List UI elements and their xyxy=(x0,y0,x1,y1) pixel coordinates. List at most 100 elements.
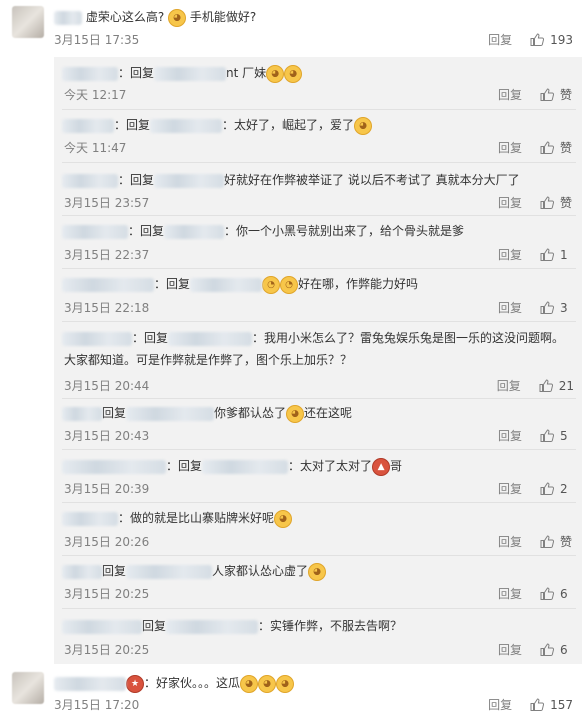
reply-button[interactable]: 回复 xyxy=(498,480,522,497)
username-blurred[interactable] xyxy=(62,277,154,292)
timestamp: 3月15日 17:35 xyxy=(54,33,140,47)
reply-actions: 回复 3 xyxy=(498,299,574,316)
username-blurred[interactable] xyxy=(62,331,132,346)
like-button[interactable]: 6 xyxy=(540,643,574,657)
reply-button[interactable]: 回复 xyxy=(498,246,522,263)
timestamp: 3月15日 20:26 xyxy=(64,535,150,549)
reply-button[interactable]: 回复 xyxy=(498,641,522,658)
like-button[interactable]: 6 xyxy=(540,587,574,601)
username-blurred[interactable] xyxy=(154,66,227,81)
like-button[interactable]: 193 xyxy=(530,33,573,47)
avatar[interactable] xyxy=(12,672,44,704)
timestamp: 3月15日 23:57 xyxy=(64,196,150,210)
timestamp: 3月15日 20:25 xyxy=(64,643,150,657)
emoji-face-icon: ◕ xyxy=(168,8,187,27)
reply-text-line: ：回复 ：你一个小黑号就别出来了，给个骨头就是爹 xyxy=(62,222,464,239)
like-button[interactable]: 21 xyxy=(539,379,574,393)
reply-item: ：回复 nt 厂妹 ◕ ◕ 今天 12:17 回复 赞 xyxy=(54,57,582,110)
username-blurred[interactable] xyxy=(62,406,102,421)
username-blurred[interactable] xyxy=(62,459,166,474)
username-blurred[interactable] xyxy=(202,459,289,474)
reply-actions: 回复 赞 xyxy=(498,86,574,103)
username-blurred[interactable] xyxy=(166,619,259,634)
emoji-face-icon: ▲ xyxy=(372,457,391,476)
reply-prefix: ：回复 xyxy=(132,331,169,345)
reply-actions: 回复 6 xyxy=(498,641,574,658)
reply-prefix: ：回复 xyxy=(166,459,203,473)
timestamp: 3月15日 17:20 xyxy=(54,698,140,712)
reply-button[interactable]: 回复 xyxy=(497,377,521,394)
reply-button[interactable]: 回复 xyxy=(498,194,522,211)
reply-text-line: 回复 ：实锤作弊，不服去告啊？ xyxy=(62,617,402,634)
like-button[interactable]: 赞 xyxy=(540,86,574,103)
like-button[interactable]: 5 xyxy=(540,429,574,443)
username-blurred[interactable] xyxy=(62,118,114,133)
reply-button[interactable]: 回复 xyxy=(488,31,512,48)
like-button[interactable]: 赞 xyxy=(540,194,574,211)
like-button[interactable]: 3 xyxy=(540,301,574,315)
username-blurred[interactable] xyxy=(54,10,82,25)
reply-actions: 回复 2 xyxy=(498,480,574,497)
reply-item: ：回复 ：我用小米怎么了？雷兔兔娱乐兔是图一乐的这没问题啊。 大家都知道。可是作弊… xyxy=(54,322,582,399)
thumbs-up-icon xyxy=(540,301,554,314)
reply-text: 你爹都认怂了 xyxy=(214,406,287,420)
like-count: 1 xyxy=(560,247,568,262)
emoji-face-icon: ◕ xyxy=(354,116,373,135)
reply-actions: 回复 1 xyxy=(498,246,574,263)
reply-button[interactable]: 回复 xyxy=(498,585,522,602)
reply-button[interactable]: 回复 xyxy=(498,299,522,316)
like-button[interactable]: 1 xyxy=(540,248,574,262)
emoji-face-icon: ◕ xyxy=(258,674,277,693)
thumbs-up-icon xyxy=(540,535,554,548)
thumbs-up-icon xyxy=(530,33,544,46)
reply-text: ：太好了，崛起了，爱了 xyxy=(222,118,355,132)
like-count: 21 xyxy=(558,378,574,393)
comment-text: 手机能做好? xyxy=(189,10,257,24)
username-blurred[interactable] xyxy=(62,224,128,239)
reply-button[interactable]: 回复 xyxy=(498,139,522,156)
reply-button[interactable]: 回复 xyxy=(498,427,522,444)
username-blurred[interactable] xyxy=(62,619,142,634)
like-button[interactable]: 2 xyxy=(540,482,574,496)
comment-actions: 回复 193 xyxy=(488,31,573,48)
reply-prefix: 回复 xyxy=(102,564,127,578)
thumbs-up-icon xyxy=(540,643,554,656)
thumbs-up-icon xyxy=(539,379,553,392)
username-blurred[interactable] xyxy=(164,224,225,239)
reply-text-line: ：回复 ◔ ◔ 好在哪，作弊能力好吗 xyxy=(62,275,418,294)
reply-item: 回复 ：实锤作弊，不服去告啊？ 3月15日 20:25 回复 6 xyxy=(54,609,582,664)
username-blurred[interactable] xyxy=(154,173,225,188)
reply-prefix: ：回复 xyxy=(154,277,191,291)
reply-prefix: 回复 xyxy=(142,619,167,633)
like-count: 5 xyxy=(560,428,568,443)
emoji-face-icon: ◕ xyxy=(284,64,303,83)
username-blurred[interactable] xyxy=(126,406,215,421)
thumbs-up-icon xyxy=(540,482,554,495)
comment-text: ：好家伙。。。这瓜 xyxy=(144,676,241,690)
username-blurred[interactable] xyxy=(62,173,118,188)
reply-button[interactable]: 回复 xyxy=(488,696,512,713)
username-blurred[interactable] xyxy=(150,118,223,133)
username-blurred[interactable] xyxy=(190,277,263,292)
like-button[interactable]: 157 xyxy=(530,698,573,712)
username-blurred[interactable] xyxy=(168,331,253,346)
like-count: 6 xyxy=(560,642,568,657)
reply-text: 哥 xyxy=(390,459,403,473)
avatar[interactable] xyxy=(12,6,44,38)
username-blurred[interactable] xyxy=(62,66,118,81)
like-button[interactable]: 赞 xyxy=(540,533,574,550)
username-blurred[interactable] xyxy=(126,564,213,579)
reply-button[interactable]: 回复 xyxy=(498,86,522,103)
like-button[interactable]: 赞 xyxy=(540,139,574,156)
username-blurred[interactable] xyxy=(62,564,102,579)
like-count: 赞 xyxy=(560,196,573,210)
like-count: 157 xyxy=(550,697,573,712)
reply-item: ：做的就是比山寨贴牌米好呢 ◕ 3月15日 20:26 回复 赞 xyxy=(54,503,582,556)
reply-item: ：回复 ：你一个小黑号就别出来了，给个骨头就是爹 3月15日 22:37 回复 1 xyxy=(54,216,582,269)
reply-text: 好就好在作弊被举证了 说以后不考试了 真就本分大厂了 xyxy=(224,173,520,187)
reply-text-line: 回复 人家都认怂心虚了 ◕ xyxy=(62,562,327,581)
username-blurred[interactable] xyxy=(62,511,118,526)
timestamp: 3月15日 22:18 xyxy=(64,301,150,315)
reply-button[interactable]: 回复 xyxy=(498,533,522,550)
username-blurred[interactable] xyxy=(54,676,126,691)
